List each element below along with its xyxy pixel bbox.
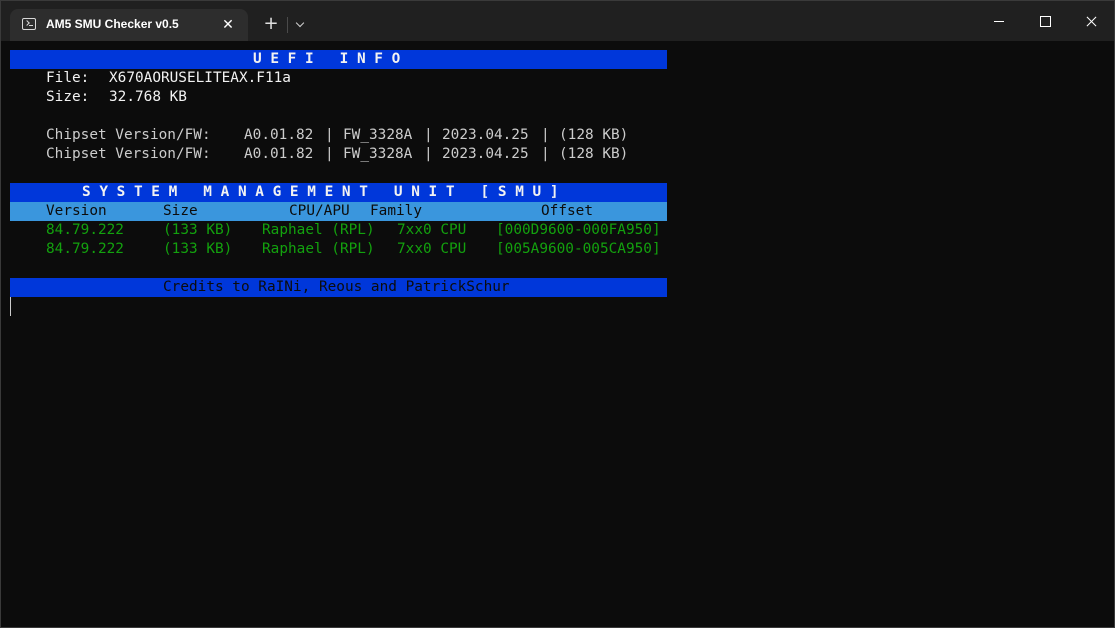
smu-row: 84.79.222 (133 KB) Raphael (RPL) 7xx0 CP… — [10, 240, 661, 259]
chipset-version: A0.01.82 — [244, 127, 314, 143]
file-label: File: — [46, 70, 90, 86]
terminal-icon — [22, 18, 36, 30]
chipset-row: Chipset Version/FW: A0.01.82 | FW_3328A … — [10, 145, 628, 164]
minimize-icon[interactable] — [979, 7, 1019, 35]
chipset-row: Chipset Version/FW: A0.01.82 | FW_3328A … — [10, 126, 628, 145]
column-cpu-apu: CPU/APU — [289, 203, 350, 219]
uefi-info-header: U E F I I N F O — [253, 51, 401, 67]
smu-size: (133 KB) — [163, 241, 233, 257]
size-label: Size: — [46, 89, 90, 105]
chipset-version: A0.01.82 — [244, 146, 314, 162]
column-version: Version — [46, 203, 107, 219]
tab-separator — [287, 17, 288, 33]
file-line: File: X670AORUSELITEAX.F11a — [10, 69, 291, 88]
smu-offset: [005A9600-005CA950] — [496, 241, 661, 257]
chipset-separator: | — [325, 127, 334, 143]
new-tab-plus-icon[interactable]: + — [260, 13, 282, 35]
size-line: Size: 32.768 KB — [10, 88, 187, 107]
terminal-window: AM5 SMU Checker v0.5 ✕ + U E F I I N F O… — [0, 0, 1115, 628]
chipset-fw: FW_3328A — [343, 146, 413, 162]
smu-column-header-bar: Version Size CPU/APU Family Offset — [10, 202, 667, 221]
smu-header-bar: S Y S T E M M A N A G E M E N T U N I T … — [10, 183, 667, 202]
text-cursor — [10, 297, 11, 316]
chipset-fw: FW_3328A — [343, 127, 413, 143]
tab-bar: AM5 SMU Checker v0.5 ✕ + — [1, 1, 1114, 41]
smu-version: 84.79.222 — [46, 241, 124, 257]
credits-bar: Credits to RaINi, Reous and PatrickSchur — [10, 278, 667, 297]
tab-close-icon[interactable]: ✕ — [218, 15, 238, 35]
smu-version: 84.79.222 — [46, 222, 124, 238]
maximize-icon[interactable] — [1025, 7, 1065, 35]
close-window-icon[interactable] — [1071, 7, 1111, 35]
smu-cpu: Raphael (RPL) — [262, 241, 375, 257]
uefi-info-header-bar: U E F I I N F O — [10, 50, 667, 69]
smu-header: S Y S T E M M A N A G E M E N T U N I T … — [82, 184, 559, 200]
column-offset: Offset — [541, 203, 593, 219]
chipset-separator: | — [541, 127, 550, 143]
smu-family: 7xx0 CPU — [397, 222, 467, 238]
chipset-size: (128 KB) — [559, 146, 629, 162]
smu-size: (133 KB) — [163, 222, 233, 238]
chipset-separator: | — [325, 146, 334, 162]
tab-am5-smu-checker[interactable]: AM5 SMU Checker v0.5 ✕ — [10, 9, 248, 41]
file-value: X670AORUSELITEAX.F11a — [109, 70, 291, 86]
smu-row: 84.79.222 (133 KB) Raphael (RPL) 7xx0 CP… — [10, 221, 661, 240]
smu-cpu: Raphael (RPL) — [262, 222, 375, 238]
chipset-label: Chipset Version/FW: — [46, 146, 211, 162]
size-value: 32.768 KB — [109, 89, 187, 105]
chipset-date: 2023.04.25 — [442, 146, 529, 162]
chipset-label: Chipset Version/FW: — [46, 127, 211, 143]
chevron-down-icon[interactable] — [291, 14, 311, 36]
terminal-output[interactable]: U E F I I N F O File: X670AORUSELITEAX.F… — [10, 50, 1110, 620]
credits-text: Credits to RaINi, Reous and PatrickSchur — [163, 279, 510, 295]
chipset-size: (128 KB) — [559, 127, 629, 143]
smu-offset: [000D9600-000FA950] — [496, 222, 661, 238]
chipset-date: 2023.04.25 — [442, 127, 529, 143]
column-family: Family — [370, 203, 422, 219]
column-size: Size — [163, 203, 198, 219]
chipset-separator: | — [541, 146, 550, 162]
chipset-separator: | — [424, 127, 433, 143]
tab-title: AM5 SMU Checker v0.5 — [46, 17, 179, 31]
smu-family: 7xx0 CPU — [397, 241, 467, 257]
chipset-separator: | — [424, 146, 433, 162]
